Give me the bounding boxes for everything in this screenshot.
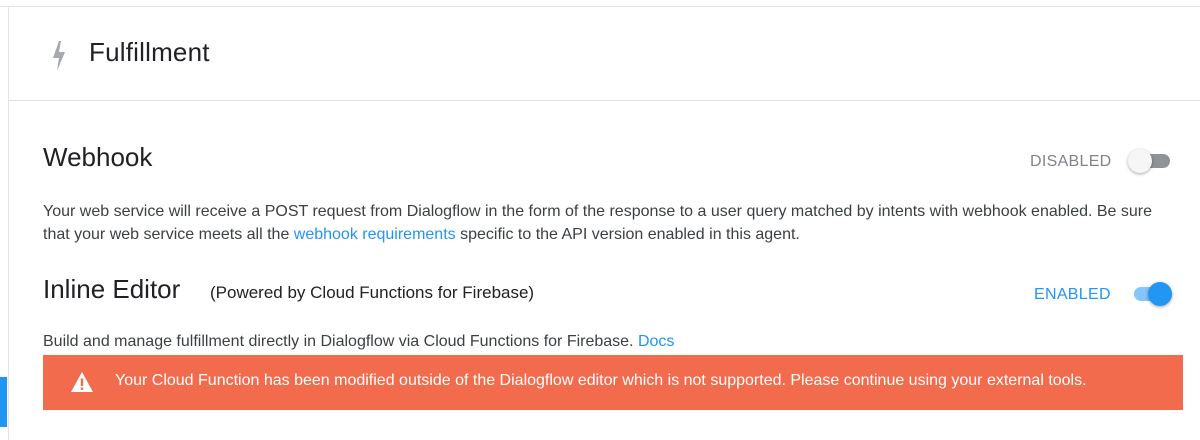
webhook-title: Webhook [43, 142, 153, 172]
warning-icon [71, 372, 93, 392]
sidebar-scroll-indicator[interactable] [0, 377, 7, 427]
inline-editor-title: Inline Editor [43, 274, 181, 304]
webhook-requirements-link[interactable]: webhook requirements [294, 226, 456, 243]
inline-editor-toggle[interactable] [1130, 280, 1174, 308]
toggle-thumb [1148, 282, 1172, 306]
inline-editor-description-text: Build and manage fulfillment directly in… [43, 333, 638, 350]
webhook-description: Your web service will receive a POST req… [43, 200, 1183, 246]
inline-editor-subtitle: (Powered by Cloud Functions for Firebase… [210, 283, 535, 302]
page-header: Fulfillment [9, 7, 1200, 101]
webhook-description-tail: specific to the API version enabled in t… [455, 226, 800, 243]
fulfillment-page: Fulfillment Webhook DISABLED Your web se… [0, 0, 1200, 440]
toggle-thumb [1128, 149, 1152, 173]
page-title: Fulfillment [89, 37, 210, 67]
docs-link[interactable]: Docs [638, 333, 674, 350]
warning-banner: Your Cloud Function has been modified ou… [43, 355, 1183, 410]
top-border [0, 0, 1200, 7]
inline-editor-status-label: ENABLED [1034, 286, 1111, 303]
webhook-toggle[interactable] [1128, 147, 1172, 175]
webhook-status-label: DISABLED [1030, 153, 1112, 170]
inline-editor-description: Build and manage fulfillment directly in… [43, 330, 1183, 353]
warning-message: Your Cloud Function has been modified ou… [115, 372, 1087, 389]
bolt-icon [53, 41, 65, 71]
